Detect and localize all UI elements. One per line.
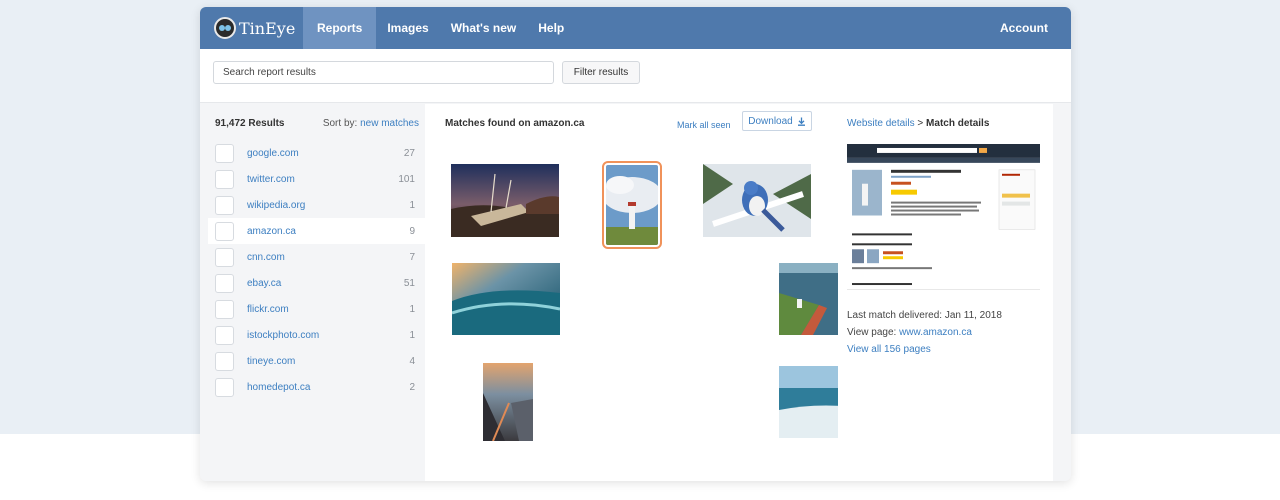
match-thumbnail-wave[interactable] [452,263,560,335]
breadcrumb-website-details[interactable]: Website details [847,118,915,129]
domain-checkbox[interactable] [215,221,234,241]
nav-whats-new[interactable]: What's new [440,7,528,49]
mark-all-seen-link[interactable]: Mark all seen [677,120,731,130]
domain-name[interactable]: google.com [247,148,404,159]
domain-name[interactable]: homedepot.ca [247,382,409,393]
top-nav: TinEye Reports Images What's new Help Ac… [200,7,1071,49]
domain-row-ebay[interactable]: ebay.ca 51 [200,270,425,296]
domain-count: 7 [409,251,415,263]
lighthouse-image [606,165,658,245]
filter-results-button[interactable]: Filter results [562,61,640,84]
blue-jay-image [703,164,811,237]
matched-page-screenshot[interactable] [847,144,1040,290]
nav-help[interactable]: Help [527,7,575,49]
domain-checkbox[interactable] [215,299,234,319]
domain-checkbox[interactable] [215,325,234,345]
domain-count: 51 [403,277,415,289]
domain-count: 27 [403,147,415,159]
wave-image [452,263,560,335]
view-all-pages-link[interactable]: View all 156 pages [847,344,931,355]
domain-count: 1 [409,329,415,341]
domain-count: 101 [398,173,415,185]
domain-panel-header: 91,472 Results Sort by: new matches [215,118,419,129]
domain-row-flickr[interactable]: flickr.com 1 [200,296,425,322]
domain-row-cnn[interactable]: cnn.com 7 [200,244,425,270]
domain-checkbox[interactable] [215,351,234,371]
sort-label: Sort by: [322,118,358,129]
domain-name[interactable]: istockphoto.com [247,330,409,341]
download-button[interactable]: Download [742,111,812,131]
breadcrumb-current: Match details [926,118,990,129]
breadcrumb: Website details > Match details [847,118,989,129]
domain-count: 1 [409,199,415,211]
domain-name[interactable]: flickr.com [247,304,409,315]
match-thumbnail-cityscape[interactable] [483,363,533,441]
view-page: View page: www.amazon.ca [847,327,972,338]
match-thumbnail-lighthouse-selected[interactable] [602,161,662,249]
last-match-value: Jan 11, 2018 [944,310,1002,321]
logo[interactable]: TinEye [200,7,303,49]
search-input[interactable] [213,61,554,84]
domain-name[interactable]: tineye.com [247,356,409,367]
nav-account[interactable]: Account [989,7,1071,49]
domain-checkbox[interactable] [215,195,234,215]
domain-row-tineye[interactable]: tineye.com 4 [200,348,425,374]
view-page-label: View page: [847,327,897,338]
match-thumbnail-blue-jay[interactable] [703,164,811,237]
domain-name[interactable]: amazon.ca [247,226,409,237]
shipwreck-image [451,164,559,237]
nav-reports[interactable]: Reports [303,7,377,49]
domain-row-istockphoto[interactable]: istockphoto.com 1 [200,322,425,348]
domain-name[interactable]: wikipedia.org [247,200,409,211]
domain-count: 2 [409,381,415,393]
logo-text: TinEye [239,18,296,38]
view-all-pages: View all 156 pages [847,344,931,355]
domain-count: 1 [409,303,415,315]
domain-panel: 91,472 Results Sort by: new matches goog… [200,104,425,481]
domain-row-wikipedia[interactable]: wikipedia.org 1 [200,192,425,218]
domain-count: 4 [409,355,415,367]
nav-images[interactable]: Images [376,7,439,49]
domain-name[interactable]: twitter.com [247,174,398,185]
search-bar: Filter results [200,49,1071,103]
domain-checkbox[interactable] [215,273,234,293]
domain-row-amazon[interactable]: amazon.ca 9 [208,218,425,244]
domain-checkbox[interactable] [215,247,234,267]
match-thumbnail-shipwreck[interactable] [451,164,559,237]
domain-name[interactable]: cnn.com [247,252,409,263]
last-match-delivered: Last match delivered: Jan 11, 2018 [847,310,1002,321]
breadcrumb-separator: > [917,118,924,129]
domain-row-homedepot[interactable]: homedepot.ca 2 [200,374,425,400]
download-arrow-icon [797,117,805,126]
results-count: 91,472 Results [215,118,285,129]
download-label: Download [748,115,793,127]
match-details-panel: Website details > Match details Last mat… [838,104,1053,481]
domain-row-twitter[interactable]: twitter.com 101 [200,166,425,192]
cityscape-image [483,363,533,441]
tineye-logo-icon [214,17,236,39]
matches-title: Matches found on amazon.ca [445,118,585,129]
last-match-label: Last match delivered: [847,310,943,321]
sort-control: Sort by: new matches [323,118,419,129]
domain-name[interactable]: ebay.ca [247,278,404,289]
domain-checkbox[interactable] [215,377,234,397]
sort-value-link[interactable]: new matches [360,118,419,129]
view-page-link[interactable]: www.amazon.ca [899,327,972,338]
domain-count: 9 [409,225,415,237]
domain-row-google[interactable]: google.com 27 [200,140,425,166]
domain-checkbox[interactable] [215,169,234,189]
domain-list: google.com 27 twitter.com 101 wikipedia.… [200,140,425,400]
domain-checkbox[interactable] [215,143,234,163]
amazon-page-preview-image [847,144,1040,289]
